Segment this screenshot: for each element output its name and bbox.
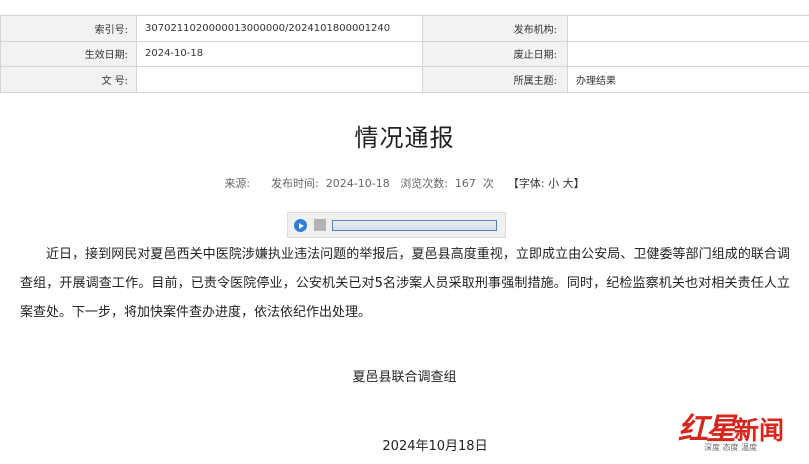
publisher-value <box>567 15 809 42</box>
font-size-close: 】 <box>573 177 585 190</box>
play-icon[interactable] <box>294 219 307 232</box>
page-title: 情况通报 <box>354 124 455 152</box>
article-body: 近日，接到网民对夏邑西关中医院涉嫌执业违法问题的举报后，夏邑县高度重视，立即成立… <box>20 247 790 320</box>
font-large-link[interactable]: 大 <box>563 177 574 190</box>
signature: 夏邑县联合调查组 <box>352 370 457 385</box>
view-count: 浏览次数: 167 次 <box>400 177 494 190</box>
font-small-link[interactable]: 小 <box>548 177 559 190</box>
doc-number-label: 文 号: <box>0 66 137 93</box>
meta-row: 文 号: 所属主题: 办理结果 <box>0 66 809 93</box>
index-label: 索引号: <box>0 15 137 42</box>
topic-value: 办理结果 <box>567 66 809 93</box>
document-meta-table: 索引号: 3070211020000013000000/202410180000… <box>0 15 809 93</box>
watermark-slogan: 深度 态度 温度 <box>704 443 758 452</box>
doc-number-value <box>136 66 423 93</box>
index-value: 3070211020000013000000/2024101800001240 <box>136 15 423 42</box>
watermark-logo: 红星新闻 深度 态度 温度 <box>678 404 806 460</box>
meta-row: 索引号: 3070211020000013000000/202410180000… <box>0 15 809 42</box>
topic-label: 所属主题: <box>422 66 568 93</box>
publish-time: 发布时间: 2024-10-18 <box>271 177 390 190</box>
source-label: 来源: <box>224 177 251 190</box>
expire-date-label: 废止日期: <box>422 40 568 68</box>
expire-date-value <box>567 40 809 68</box>
font-size-label: 【字体: <box>507 177 545 190</box>
audio-progress-bar[interactable] <box>332 220 497 231</box>
article-info-bar: 来源: 发布时间: 2024-10-18 浏览次数: 167 次 【字体: 小 … <box>0 175 809 191</box>
effective-date-label: 生效日期: <box>0 40 137 68</box>
meta-row: 生效日期: 2024-10-18 废止日期: <box>0 40 809 68</box>
font-size-control: 【字体: 小 大】 <box>508 177 585 190</box>
audio-player <box>287 212 506 238</box>
publisher-label: 发布机构: <box>422 15 568 42</box>
effective-date-value: 2024-10-18 <box>136 40 423 68</box>
stop-icon[interactable] <box>314 219 326 231</box>
